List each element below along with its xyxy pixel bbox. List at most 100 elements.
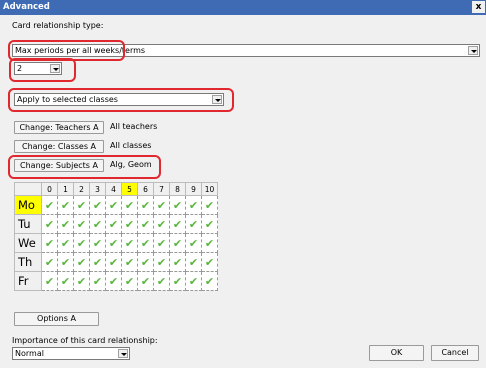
- period-cell[interactable]: ✔: [137, 214, 154, 234]
- period-header[interactable]: 8: [169, 182, 186, 196]
- period-cell[interactable]: ✔: [89, 271, 106, 291]
- day-header[interactable]: Fr: [14, 271, 42, 291]
- period-cell[interactable]: ✔: [121, 233, 138, 253]
- period-cell[interactable]: ✔: [41, 252, 58, 272]
- period-header-highlighted[interactable]: 5: [121, 182, 138, 196]
- check-icon: ✔: [204, 217, 215, 231]
- check-icon: ✔: [140, 198, 151, 212]
- period-cell[interactable]: ✔: [41, 271, 58, 291]
- period-cell[interactable]: ✔: [169, 252, 186, 272]
- period-cell[interactable]: ✔: [169, 214, 186, 234]
- check-icon: ✔: [108, 198, 119, 212]
- period-header[interactable]: 1: [57, 182, 74, 196]
- period-header[interactable]: 3: [89, 182, 106, 196]
- check-icon: ✔: [76, 217, 87, 231]
- options-button[interactable]: Options A: [14, 312, 99, 326]
- period-cell[interactable]: ✔: [185, 195, 202, 215]
- check-icon: ✔: [204, 236, 215, 250]
- period-cell[interactable]: ✔: [41, 195, 58, 215]
- period-cell[interactable]: ✔: [201, 271, 218, 291]
- check-icon: ✔: [76, 198, 87, 212]
- period-cell[interactable]: ✔: [121, 214, 138, 234]
- ok-button[interactable]: OK: [369, 345, 424, 361]
- importance-combo[interactable]: Normal: [12, 347, 130, 360]
- period-cell[interactable]: ✔: [121, 271, 138, 291]
- check-icon: ✔: [44, 274, 55, 288]
- period-cell[interactable]: ✔: [89, 233, 106, 253]
- period-cell[interactable]: ✔: [105, 271, 122, 291]
- period-cell[interactable]: ✔: [121, 252, 138, 272]
- day-header[interactable]: Th: [14, 252, 42, 272]
- day-header-highlighted[interactable]: Mo: [14, 195, 42, 215]
- period-cell[interactable]: ✔: [153, 252, 170, 272]
- cancel-button[interactable]: Cancel: [431, 345, 479, 361]
- period-header[interactable]: 2: [73, 182, 90, 196]
- chevron-down-icon[interactable]: [468, 46, 478, 55]
- period-cell[interactable]: ✔: [105, 252, 122, 272]
- day-header[interactable]: Tu: [14, 214, 42, 234]
- period-cell[interactable]: ✔: [73, 271, 90, 291]
- period-cell[interactable]: ✔: [137, 252, 154, 272]
- change-teachers-button[interactable]: Change: Teachers A: [14, 121, 104, 134]
- period-cell[interactable]: ✔: [41, 214, 58, 234]
- check-icon: ✔: [156, 255, 167, 269]
- period-cell[interactable]: ✔: [57, 195, 74, 215]
- period-cell[interactable]: ✔: [105, 233, 122, 253]
- period-cell[interactable]: ✔: [57, 271, 74, 291]
- period-cell[interactable]: ✔: [185, 233, 202, 253]
- importance-value: Normal: [15, 349, 44, 358]
- period-cell[interactable]: ✔: [185, 214, 202, 234]
- change-classes-button[interactable]: Change: Classes A: [14, 140, 104, 153]
- check-icon: ✔: [156, 217, 167, 231]
- check-icon: ✔: [44, 217, 55, 231]
- period-cell[interactable]: ✔: [89, 214, 106, 234]
- period-cell[interactable]: ✔: [73, 195, 90, 215]
- period-cell[interactable]: ✔: [57, 252, 74, 272]
- period-cell[interactable]: ✔: [153, 214, 170, 234]
- day-header[interactable]: We: [14, 233, 42, 253]
- period-header-row: 0 1 2 3 4 5 6 7 8 9 10: [14, 182, 218, 196]
- period-cell[interactable]: ✔: [185, 252, 202, 272]
- check-icon: ✔: [140, 274, 151, 288]
- period-cell[interactable]: ✔: [73, 252, 90, 272]
- period-cell[interactable]: ✔: [73, 233, 90, 253]
- chevron-down-icon[interactable]: [118, 349, 128, 358]
- period-header[interactable]: 4: [105, 182, 122, 196]
- check-icon: ✔: [60, 198, 71, 212]
- period-cell[interactable]: ✔: [153, 233, 170, 253]
- period-cell[interactable]: ✔: [73, 214, 90, 234]
- period-header[interactable]: 10: [201, 182, 218, 196]
- check-icon: ✔: [156, 236, 167, 250]
- period-cell[interactable]: ✔: [137, 271, 154, 291]
- check-icon: ✔: [76, 255, 87, 269]
- period-header[interactable]: 6: [137, 182, 154, 196]
- check-icon: ✔: [124, 198, 135, 212]
- period-cell[interactable]: ✔: [121, 195, 138, 215]
- period-header[interactable]: 0: [41, 182, 58, 196]
- period-cell[interactable]: ✔: [41, 233, 58, 253]
- period-header[interactable]: 7: [153, 182, 170, 196]
- period-cell[interactable]: ✔: [169, 271, 186, 291]
- period-cell[interactable]: ✔: [201, 195, 218, 215]
- period-cell[interactable]: ✔: [89, 195, 106, 215]
- period-cell[interactable]: ✔: [169, 233, 186, 253]
- close-button[interactable]: x: [472, 1, 485, 13]
- period-cell[interactable]: ✔: [137, 195, 154, 215]
- period-cell[interactable]: ✔: [185, 271, 202, 291]
- period-cell[interactable]: ✔: [201, 233, 218, 253]
- day-row: Mo ✔ ✔ ✔ ✔ ✔ ✔ ✔ ✔ ✔ ✔ ✔: [14, 195, 218, 215]
- period-cell[interactable]: ✔: [153, 271, 170, 291]
- check-icon: ✔: [124, 255, 135, 269]
- period-cell[interactable]: ✔: [57, 214, 74, 234]
- period-cell[interactable]: ✔: [137, 233, 154, 253]
- check-icon: ✔: [188, 255, 199, 269]
- period-cell[interactable]: ✔: [105, 214, 122, 234]
- period-cell[interactable]: ✔: [105, 195, 122, 215]
- period-cell[interactable]: ✔: [201, 252, 218, 272]
- period-cell[interactable]: ✔: [153, 195, 170, 215]
- period-cell[interactable]: ✔: [89, 252, 106, 272]
- period-cell[interactable]: ✔: [57, 233, 74, 253]
- period-header[interactable]: 9: [185, 182, 202, 196]
- period-cell[interactable]: ✔: [201, 214, 218, 234]
- period-cell[interactable]: ✔: [169, 195, 186, 215]
